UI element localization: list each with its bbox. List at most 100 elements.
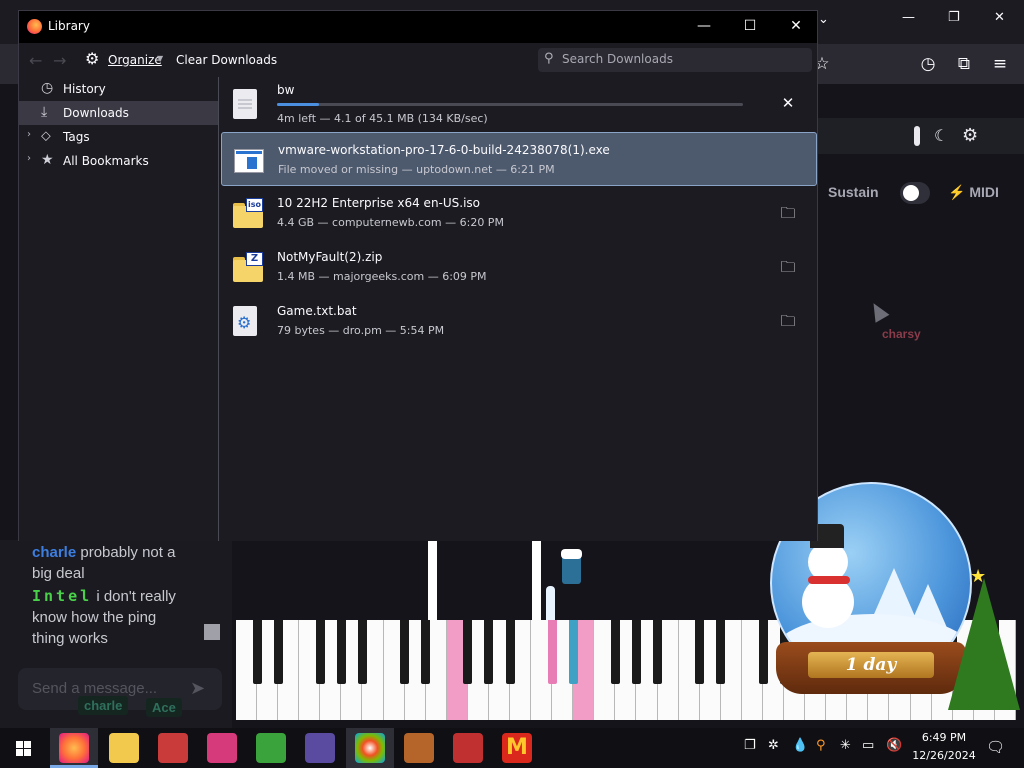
game-app-icon[interactable] — [305, 733, 335, 763]
organize-label: Organize — [108, 53, 162, 67]
gear-icon: ⚙ — [237, 313, 252, 332]
piano-black-key[interactable] — [336, 620, 346, 684]
sustain-toggle[interactable] — [900, 182, 930, 204]
sidebar-item-downloads[interactable]: ⤓ Downloads — [19, 101, 219, 125]
toggle-knob — [903, 185, 919, 201]
maximize-button[interactable]: ☐ — [727, 11, 773, 43]
download-item[interactable]: ⚙ Game.txt.bat 79 bytes — dro.pm — 5:54 … — [219, 294, 817, 348]
task-view-icon[interactable]: ❐ — [744, 738, 756, 753]
search-box[interactable]: ⚲ — [538, 48, 812, 72]
downloads-list: bw 4m left — 4.1 of 45.1 MB (134 KB/sec)… — [219, 77, 817, 541]
sidebar-item-label: All Bookmarks — [63, 154, 149, 168]
search-input[interactable] — [562, 52, 802, 66]
game-app-icon[interactable] — [453, 733, 483, 763]
download-status: 4m left — 4.1 of 45.1 MB (134 KB/sec) — [277, 112, 488, 125]
back-arrow-icon[interactable]: ← — [29, 51, 42, 70]
piano-black-key[interactable] — [547, 620, 557, 684]
piano-black-key[interactable] — [568, 620, 578, 684]
droplet-icon[interactable]: 💧 — [792, 738, 808, 753]
library-sidebar: ◷ History ⤓ Downloads › ⬦ Tags › ★ All B… — [19, 77, 219, 541]
piano-black-key[interactable] — [273, 620, 283, 684]
settings-gear-icon[interactable]: ⚙ — [962, 125, 978, 146]
windows-logo-app-icon[interactable] — [355, 733, 385, 763]
chevron-right-icon[interactable]: › — [27, 129, 31, 140]
santa-app-icon[interactable] — [158, 733, 188, 763]
piano-black-key[interactable] — [357, 620, 367, 684]
show-in-folder-button[interactable]: 🗀 — [777, 310, 799, 332]
firefox-taskbar-icon[interactable] — [59, 733, 89, 763]
download-status: 1.4 MB — majorgeeks.com — 6:09 PM — [277, 270, 487, 283]
extensions-icon[interactable]: ⧉ — [952, 52, 976, 76]
game-app-icon[interactable] — [256, 733, 286, 763]
chat-scrollbar-thumb[interactable] — [204, 624, 220, 640]
send-icon[interactable]: ➤ — [190, 678, 205, 699]
clear-downloads-button[interactable]: Clear Downloads — [176, 53, 277, 67]
piano-black-key[interactable] — [484, 620, 494, 684]
piano-black-key[interactable] — [463, 620, 473, 684]
close-icon[interactable]: ✕ — [994, 10, 1005, 25]
falling-note — [428, 540, 437, 620]
piano-black-key[interactable] — [400, 620, 410, 684]
user-chip: charle — [78, 696, 129, 715]
account-icon[interactable]: ◷ — [916, 52, 940, 76]
window-title: Library — [48, 19, 90, 33]
volume-muted-icon[interactable]: 🔇 — [886, 738, 902, 753]
clock-time[interactable]: 6:49 PM — [912, 731, 976, 744]
chat-input-placeholder: Send a message... — [32, 680, 158, 697]
notification-icon[interactable]: 🗨 — [986, 738, 1005, 756]
piano-black-key[interactable] — [315, 620, 325, 684]
menu-icon[interactable]: ≡ — [988, 52, 1012, 76]
piano-black-key[interactable] — [505, 620, 515, 684]
library-titlebar[interactable]: Library — ☐ ✕ — [19, 11, 817, 43]
midi-button[interactable]: ⚡ MIDI — [948, 184, 999, 201]
remote-cursor-label: charsy — [882, 327, 921, 341]
file-explorer-icon[interactable] — [109, 733, 139, 763]
tag-icon: ⬦ — [41, 128, 51, 144]
gear-icon: ⚙ — [85, 49, 100, 68]
mcdonalds-app-icon[interactable]: M — [502, 733, 532, 763]
download-item[interactable]: Z NotMyFault(2).zip 1.4 MB — majorgeeks.… — [219, 240, 817, 294]
clock-date[interactable]: 12/26/2024 — [912, 749, 976, 762]
piano-black-key[interactable] — [716, 620, 726, 684]
piano-black-key[interactable] — [610, 620, 620, 684]
cancel-download-button[interactable]: ✕ — [777, 92, 799, 114]
show-in-folder-button[interactable]: 🗀 — [777, 256, 799, 278]
minimize-button[interactable]: — — [681, 11, 727, 43]
show-in-folder-button[interactable]: 🗀 — [777, 202, 799, 224]
search-tray-icon[interactable]: ⚲ — [816, 738, 826, 753]
volume-slider-handle[interactable] — [914, 126, 920, 146]
exe-icon — [234, 145, 264, 177]
folder-icon: 🗀 — [780, 204, 796, 222]
firefox-icon — [27, 19, 42, 34]
game-app-icon[interactable] — [404, 733, 434, 763]
forward-arrow-icon[interactable]: → — [53, 51, 66, 70]
network-icon[interactable]: ▭ — [862, 738, 874, 753]
chevron-right-icon[interactable]: › — [27, 153, 31, 164]
sidebar-item-tags[interactable]: › ⬦ Tags — [19, 125, 219, 149]
piano-black-key[interactable] — [252, 620, 262, 684]
maximize-icon[interactable]: ❐ — [948, 10, 960, 25]
piano-black-key[interactable] — [421, 620, 431, 684]
download-item[interactable]: bw 4m left — 4.1 of 45.1 MB (134 KB/sec)… — [219, 77, 817, 131]
plug-icon: ⚡ — [948, 184, 966, 200]
windows-start-button[interactable] — [8, 732, 40, 764]
sidebar-item-history[interactable]: ◷ History — [19, 77, 219, 101]
moon-icon[interactable]: ☾ — [934, 126, 948, 145]
sidebar-item-label: Downloads — [63, 106, 129, 120]
download-item[interactable]: iso 10 22H2 Enterprise x64 en-US.iso 4.4… — [219, 186, 817, 240]
library-window: Library — ☐ ✕ ← → ⚙ Organize ▼ Clear Dow… — [18, 10, 818, 541]
tray-app-icon[interactable]: ✲ — [768, 738, 779, 753]
piano-black-key[interactable] — [758, 620, 768, 684]
tab-list-icon[interactable]: ⌄ — [818, 12, 829, 27]
game-app-icon[interactable] — [207, 733, 237, 763]
sidebar-item-all-bookmarks[interactable]: › ★ All Bookmarks — [19, 149, 219, 173]
download-name: bw — [277, 83, 295, 97]
download-item[interactable]: vmware-workstation-pro-17-6-0-build-2423… — [221, 132, 817, 186]
minimize-icon[interactable]: — — [902, 10, 915, 25]
piano-black-key[interactable] — [653, 620, 663, 684]
brightness-icon[interactable]: ✳ — [840, 738, 851, 753]
piano-black-key[interactable] — [695, 620, 705, 684]
download-name: Game.txt.bat — [277, 304, 357, 318]
close-button[interactable]: ✕ — [773, 11, 819, 43]
piano-black-key[interactable] — [632, 620, 642, 684]
